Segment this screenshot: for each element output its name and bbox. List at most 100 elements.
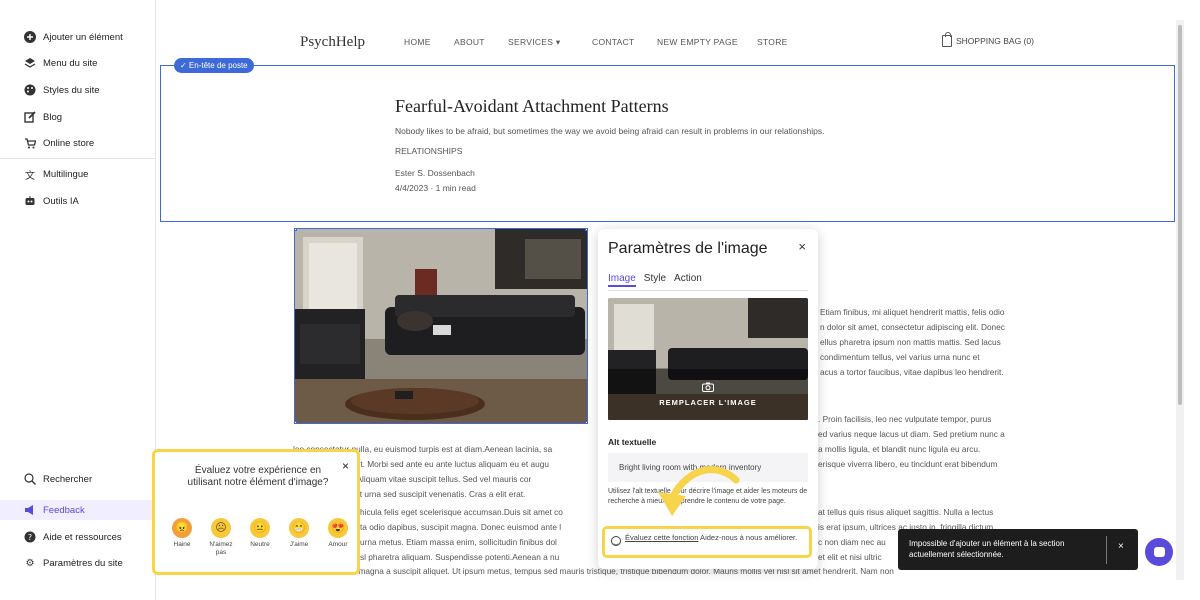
panel-close-button[interactable]: × xyxy=(798,239,806,254)
sidebar-item-search[interactable]: Rechercher xyxy=(24,473,92,485)
paragraph-1-right[interactable]: Etiam finibus, mi aliquet hendrerit matt… xyxy=(820,305,1040,380)
rating-label: Neutre xyxy=(250,541,270,548)
post-category[interactable]: RELATIONSHIPS xyxy=(395,146,462,156)
post-date: 4/4/2023 · 1 min read xyxy=(395,183,476,193)
nav-home[interactable]: HOME xyxy=(404,37,431,47)
gear-icon: ⚙ xyxy=(25,557,35,569)
text-line: ta odio dapibus, suscipit magna. Donec e… xyxy=(360,522,562,532)
text-line: ed varius neque lacus ut diam. Sed preti… xyxy=(818,429,1005,439)
annotation-arrow xyxy=(658,466,740,516)
sidebar-item-label: Menu du site xyxy=(43,57,98,69)
sidebar-item-label: Online store xyxy=(43,137,95,149)
replace-image-button[interactable]: REMPLACER L'IMAGE xyxy=(608,369,808,420)
chat-support-button[interactable] xyxy=(1145,538,1173,566)
tab-action[interactable]: Action xyxy=(674,273,702,287)
resize-handle-bottom-left[interactable] xyxy=(295,421,297,423)
rating-label: Amour xyxy=(328,541,348,548)
shopping-bag-label: SHOPPING BAG (0) xyxy=(956,36,1034,46)
happy-face-icon: 😁 xyxy=(289,518,309,538)
sidebar-item-ai-tools[interactable]: Outils IA xyxy=(24,195,79,207)
translate-icon: 文 xyxy=(25,170,35,182)
cart-icon xyxy=(24,137,36,149)
resize-handle-bottom-right[interactable] xyxy=(585,421,587,423)
nav-new-empty-page[interactable]: NEW EMPTY PAGE xyxy=(657,37,738,47)
rating-love[interactable]: 😍 Amour xyxy=(321,518,355,549)
paragraph-2-right[interactable]: . Proin facilisis, leo nec vulputate tem… xyxy=(818,412,1040,472)
text-line: at tellus quis risus aliquet sagittis. N… xyxy=(818,507,994,517)
edit-icon xyxy=(24,111,36,123)
text-line: Etiam finibus, mi aliquet hendrerit matt… xyxy=(820,307,1005,317)
sidebar-item-label: Blog xyxy=(43,111,63,123)
resize-handle-top-right[interactable] xyxy=(585,229,587,231)
rating-label: Haine xyxy=(173,541,191,548)
shopping-bag-link[interactable]: SHOPPING BAG (0) xyxy=(942,32,1034,47)
help-icon: ? xyxy=(24,531,36,543)
rating-dislike[interactable]: ☹ N'aimez pas xyxy=(204,518,238,557)
evaluate-feature-box: ‿ Évaluez cette fonction Aidez-nous à no… xyxy=(602,526,812,558)
nav-store[interactable]: STORE xyxy=(757,37,788,47)
post-author: Ester S. Dossenbach xyxy=(395,168,475,178)
resize-handle-top-left[interactable] xyxy=(295,229,297,231)
nav-about[interactable]: ABOUT xyxy=(454,37,485,47)
panel-title: Paramètres de l'image xyxy=(608,240,768,257)
paragraph-3-left[interactable]: hicula felis eget scelerisque accumsan.D… xyxy=(360,505,598,565)
sidebar-item-label: Rechercher xyxy=(43,473,93,485)
rating-label: J'aime xyxy=(289,541,309,548)
evaluate-feature-desc: Aidez-nous à nous améliorer. xyxy=(698,533,798,542)
text-line: condimentum tellus, vel varius urna nunc… xyxy=(820,352,980,362)
text-line: erisque viverra libero, eu tincidunt era… xyxy=(818,459,998,469)
error-toast: Impossible d'ajouter un élément à la sec… xyxy=(898,529,1138,570)
sidebar-item-blog[interactable]: Blog xyxy=(24,111,62,123)
sidebar-item-label: Outils IA xyxy=(43,195,79,207)
rating-like[interactable]: 😁 J'aime xyxy=(282,518,316,549)
toast-close-button[interactable]: × xyxy=(1118,541,1124,552)
evaluate-feature-text: Évaluez cette fonction Aidez-nous à nous… xyxy=(625,533,805,542)
search-icon xyxy=(24,473,36,485)
post-header-badge[interactable]: ✓ En-tête de poste xyxy=(174,58,254,73)
post-image[interactable] xyxy=(294,228,588,424)
sidebar-item-site-settings[interactable]: ⚙ Paramètres du site xyxy=(24,557,123,569)
chat-icon xyxy=(1153,547,1165,557)
evaluate-feature-link[interactable]: Évaluez cette fonction xyxy=(625,533,698,542)
tab-style[interactable]: Style xyxy=(644,273,666,287)
sidebar-item-multilingual[interactable]: 文 Multilingue xyxy=(24,168,88,182)
text-line: ellus pharetra ipsum non mattis mattis. … xyxy=(820,337,1001,347)
site-logo[interactable]: PsychHelp xyxy=(300,34,365,51)
camera-icon xyxy=(702,382,714,392)
angry-face-icon: 😠 xyxy=(172,518,192,538)
sidebar-item-feedback[interactable]: Feedback xyxy=(24,504,85,516)
neutral-face-icon: 😐 xyxy=(250,518,270,538)
post-subtitle[interactable]: Nobody likes to be afraid, but sometimes… xyxy=(395,126,824,136)
text-line: urna metus. Etiam massa enim, sollicitud… xyxy=(360,537,557,547)
rating-neutral[interactable]: 😐 Neutre xyxy=(243,518,277,549)
nav-contact[interactable]: CONTACT xyxy=(592,37,635,47)
editor-sidebar: Ajouter un élément Menu du site Styles d… xyxy=(0,0,156,600)
svg-text:?: ? xyxy=(28,533,32,542)
post-title[interactable]: Fearful-Avoidant Attachment Patterns xyxy=(395,96,669,117)
feedback-survey-popup: Évaluez votre expérience en utilisant no… xyxy=(152,449,360,575)
text-line: a mollis ligula, et blandit nunc ligula … xyxy=(818,444,981,454)
sidebar-item-add-element[interactable]: Ajouter un élément xyxy=(24,31,123,43)
tab-image[interactable]: Image xyxy=(608,273,636,287)
sidebar-item-site-menu[interactable]: Menu du site xyxy=(24,57,97,69)
sad-face-icon: ☹ xyxy=(211,518,231,538)
smile-icon: ‿ xyxy=(611,536,621,546)
rating-hate[interactable]: 😠 Haine xyxy=(165,518,199,549)
rating-label: N'aimez pas xyxy=(209,541,233,556)
alt-text-label: Alt textuelle xyxy=(608,437,657,447)
survey-close-button[interactable]: × xyxy=(342,459,349,473)
post-header-section[interactable] xyxy=(160,65,1175,222)
sidebar-item-site-styles[interactable]: Styles du site xyxy=(24,84,100,96)
sidebar-item-help[interactable]: ? Aide et ressources xyxy=(24,531,122,543)
sidebar-item-online-store[interactable]: Online store xyxy=(24,137,94,149)
sidebar-divider xyxy=(0,158,156,159)
panel-tabs: Image Style Action xyxy=(608,273,808,291)
canvas-scrollbar-thumb[interactable] xyxy=(1178,25,1182,405)
replace-image-label: REMPLACER L'IMAGE xyxy=(659,398,757,407)
love-face-icon: 😍 xyxy=(328,518,348,538)
plus-circle-icon xyxy=(24,31,36,43)
shopping-bag-icon xyxy=(942,32,952,47)
text-line xyxy=(293,427,598,442)
nav-services[interactable]: SERVICES ▾ xyxy=(508,37,560,48)
sidebar-item-label: Paramètres du site xyxy=(43,557,123,569)
